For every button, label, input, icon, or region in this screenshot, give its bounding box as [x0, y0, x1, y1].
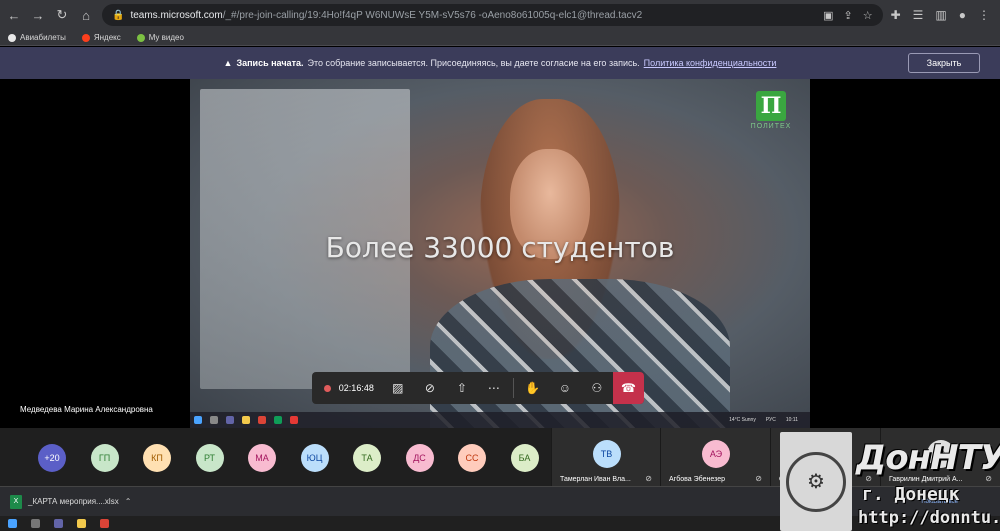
participant-name: Агбова Эбенезер — [669, 476, 725, 483]
chrome-icon — [258, 416, 266, 424]
weather-text: 14°C Sunny — [729, 417, 756, 423]
bookmark-label: Авиабилеты — [20, 33, 66, 42]
bookmark-star-icon[interactable]: ☆ — [863, 9, 873, 22]
start-icon[interactable] — [8, 519, 17, 528]
shared-screen-taskbar: 14°C Sunny РУС 10:11 — [190, 412, 810, 428]
banner-title: Запись начата. — [236, 58, 304, 68]
home-icon[interactable]: ⌂ — [78, 8, 94, 23]
share-page-icon[interactable]: ⇪ — [843, 9, 852, 22]
bookmark-favicon-icon — [8, 33, 16, 42]
participant-tile[interactable]: ТВ Тамерлан Иван Вла... ⊘ — [551, 428, 660, 486]
participant-avatar[interactable]: ГП — [90, 444, 119, 472]
url-text[interactable]: teams.microsoft.com/_#/pre-join-calling/… — [130, 10, 642, 21]
participant-avatar[interactable]: ЮЦ — [300, 444, 329, 472]
search-icon[interactable] — [31, 519, 40, 528]
recording-indicator — [324, 384, 331, 392]
mic-off-icon[interactable]: ⊘ — [414, 372, 446, 404]
participant-avatar[interactable]: +20 — [38, 444, 66, 472]
participant-avatar[interactable]: ТА — [353, 444, 381, 472]
controls-divider — [512, 378, 514, 398]
university-seal-icon: ⚙ — [780, 432, 852, 531]
bookmark-favicon-icon — [136, 33, 145, 42]
folder-icon — [242, 416, 250, 424]
camera-permission-icon[interactable]: ▣ — [823, 9, 833, 22]
profile-icon[interactable]: ● — [959, 8, 966, 22]
logo-text: ПОЛИТЕХ — [750, 123, 792, 130]
watermark-city: г. Донецк — [862, 484, 960, 505]
bookmark-favicon-icon — [81, 33, 90, 42]
camera-off-icon[interactable]: ▨ — [382, 372, 414, 404]
reload-icon[interactable]: ↻ — [54, 7, 70, 23]
edge-icon — [274, 416, 282, 424]
back-icon[interactable]: ← — [6, 8, 22, 23]
privacy-policy-link[interactable]: Политика конфиденциальности — [644, 58, 777, 68]
video-person-shirt — [430, 279, 730, 428]
mic-muted-icon: ⊘ — [645, 474, 652, 483]
lock-icon[interactable]: 🔒 — [112, 10, 124, 21]
clock-text: 10:11 — [785, 417, 798, 423]
speaker-name: Медведева Марина Александровна — [20, 405, 153, 414]
lang-text: РУС — [765, 417, 776, 423]
windows-start-icon — [194, 416, 202, 424]
participants-icon[interactable]: ⚇ — [581, 372, 613, 404]
participant-avatar[interactable]: КП — [143, 444, 171, 472]
participant-avatar[interactable]: РТ — [195, 444, 224, 472]
extensions-icon[interactable]: ✚ — [891, 8, 901, 22]
participant-avatar[interactable]: БА — [510, 444, 539, 472]
mic-muted-icon: ⊘ — [755, 474, 762, 483]
polytech-logo: П ПОЛИТЕХ — [746, 91, 796, 130]
participant-avatar[interactable]: СС — [458, 444, 486, 472]
warning-icon: ▲ — [223, 58, 233, 68]
bookmark-item[interactable]: Яндекс — [81, 33, 121, 42]
watermark-url: http://donntu.ru — [858, 508, 1000, 528]
watermark-title: ДонНТУ — [856, 438, 1000, 478]
participant-tile[interactable]: АЭ Агбова Эбенезер ⊘ — [660, 428, 770, 486]
close-banner-button[interactable]: Закрыть — [908, 53, 980, 73]
call-timer: 02:16:48 — [338, 383, 374, 393]
participant-avatar: ТВ — [592, 440, 621, 468]
search-icon — [210, 416, 218, 424]
chevron-up-icon[interactable]: ⌃ — [125, 497, 132, 506]
bookmark-label: Яндекс — [93, 33, 121, 42]
participant-name: Тамерлан Иван Вла... — [560, 476, 631, 483]
bookmark-label: Мy видео — [148, 33, 184, 42]
teams-icon[interactable] — [54, 519, 63, 528]
chrome-icon[interactable] — [100, 519, 109, 528]
raise-hand-icon[interactable]: ✋ — [517, 372, 549, 404]
browser-toolbar: ← → ↻ ⌂ 🔒 teams.microsoft.com/_#/pre-joi… — [0, 0, 1000, 30]
share-icon[interactable]: ⇧ — [446, 372, 478, 404]
excel-file-icon[interactable]: X — [10, 494, 22, 509]
explorer-icon[interactable] — [77, 519, 86, 528]
address-bar[interactable]: 🔒 teams.microsoft.com/_#/pre-join-callin… — [102, 4, 883, 26]
meeting-stage: Более 33000 студентов П ПОЛИТЕХ 14°C Sun… — [0, 79, 1000, 428]
bookmark-item[interactable]: Мy видео — [136, 33, 184, 42]
download-file-name[interactable]: _КАРТА мероприя....xlsx — [28, 497, 119, 506]
video-caption: Более 33000 студентов — [325, 231, 675, 264]
more-icon[interactable]: ⋯ — [478, 372, 510, 404]
logo-mark: П — [756, 91, 786, 121]
menu-icon[interactable]: ⋮ — [978, 8, 990, 22]
banner-message: Это собрание записывается. Присоединяясь… — [307, 58, 640, 68]
app-icon — [290, 416, 298, 424]
participant-avatar: АЭ — [702, 440, 730, 468]
call-controls: 02:16:48 ▨ ⊘ ⇧ ⋯ ✋ ☺ ⚇ ☎ — [312, 372, 644, 404]
teams-icon — [226, 416, 234, 424]
bookmark-item[interactable]: Авиабилеты — [8, 33, 66, 42]
bookmarks-bar: Авиабилеты Яндекс Мy видео — [0, 30, 1000, 46]
sidepanel-icon[interactable]: ▥ — [935, 8, 946, 22]
hangup-icon[interactable]: ☎ — [612, 372, 644, 404]
recording-banner: ▲ Запись начата. Это собрание записывает… — [0, 47, 1000, 79]
participant-avatar[interactable]: МА — [248, 444, 276, 472]
participant-avatar[interactable]: ДС — [405, 444, 434, 472]
reactions-icon[interactable]: ☺ — [549, 372, 581, 404]
reading-list-icon[interactable]: ☰ — [913, 8, 924, 22]
forward-icon[interactable]: → — [30, 8, 46, 23]
donntu-watermark: ⚙ ДонНТУ г. Донецк http://donntu.ru — [780, 432, 1000, 531]
